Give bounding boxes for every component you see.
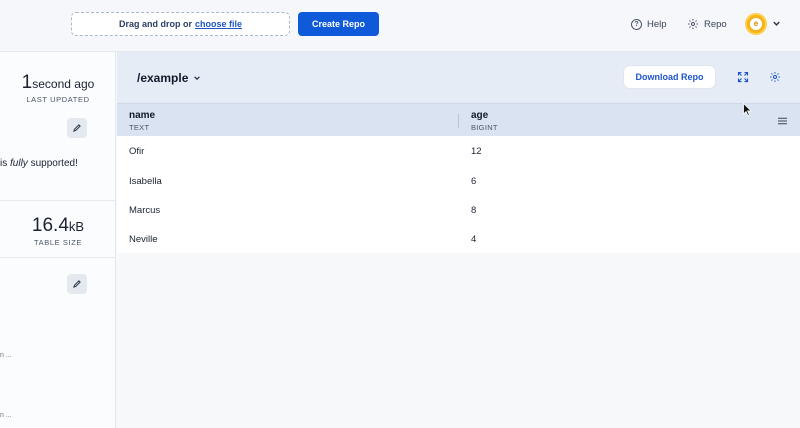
- cell-name[interactable]: Ofir: [129, 146, 144, 157]
- column-type: TEXT: [129, 123, 150, 132]
- cell-age[interactable]: 8: [471, 205, 476, 216]
- repo-label: Repo: [704, 18, 727, 30]
- table-body: Ofir 12 Isabella 6 Marcus 8 Neville 4: [117, 136, 800, 253]
- column-divider[interactable]: [458, 114, 459, 128]
- table-row[interactable]: Ofir 12: [117, 136, 800, 165]
- table-size-label: TABLE SIZE: [34, 238, 82, 247]
- truncated-text: n ...: [0, 352, 12, 359]
- table-row[interactable]: Neville 4: [117, 224, 800, 253]
- table-size-number: 16.4: [31, 215, 69, 236]
- table-row[interactable]: Isabella 6: [117, 166, 800, 195]
- sidebar: 1second ago LAST UPDATED is fully suppor…: [0, 52, 116, 428]
- repo-header: /example Download Repo: [117, 52, 800, 103]
- edit-readme-button[interactable]: [67, 274, 87, 294]
- pencil-icon: [73, 280, 81, 288]
- table-row[interactable]: Marcus 8: [117, 195, 800, 224]
- table-size-unit: kB: [68, 219, 85, 234]
- menu-icon[interactable]: [778, 117, 787, 125]
- gear-icon: [688, 19, 698, 29]
- repo-description: is fully supported!: [0, 158, 78, 169]
- last-updated-unit: second ago: [32, 77, 95, 91]
- choose-file-link[interactable]: choose file: [195, 19, 242, 29]
- chevron-down-icon[interactable]: [772, 19, 781, 28]
- repo-link[interactable]: Repo: [687, 16, 727, 32]
- help-link[interactable]: ? Help: [631, 16, 667, 32]
- mouse-cursor-icon: [743, 103, 752, 116]
- repo-title: /example: [137, 71, 189, 85]
- column-type: BIGINT: [471, 123, 498, 132]
- last-updated-label: LAST UPDATED: [26, 95, 90, 104]
- expand-icon[interactable]: [737, 71, 749, 83]
- truncated-text: n ...: [0, 412, 12, 419]
- cell-age[interactable]: 6: [471, 176, 476, 187]
- table-header: name TEXT age BIGINT: [117, 103, 800, 136]
- last-updated-value: 1second ago: [0, 72, 116, 94]
- cell-age[interactable]: 12: [471, 146, 482, 157]
- avatar[interactable]: e: [745, 13, 767, 35]
- desc-prefix: is: [0, 158, 8, 169]
- dropzone-text: Drag and drop or: [118, 19, 192, 29]
- avatar-glyph: e: [750, 18, 762, 30]
- top-bar: Drag and drop or choose file Create Repo…: [0, 0, 800, 52]
- column-name: name: [129, 110, 156, 121]
- sidebar-divider: [0, 257, 116, 258]
- settings-icon[interactable]: [769, 71, 781, 83]
- edit-description-button[interactable]: [67, 118, 87, 138]
- file-dropzone[interactable]: Drag and drop or choose file: [71, 12, 290, 36]
- table-size-value: 16.4kB: [0, 215, 116, 237]
- help-label: Help: [647, 18, 667, 30]
- repo-selector[interactable]: /example: [137, 71, 201, 85]
- create-repo-button[interactable]: Create Repo: [298, 12, 379, 36]
- chevron-down-icon: [194, 76, 201, 81]
- pencil-icon: [73, 124, 81, 132]
- cell-name[interactable]: Marcus: [129, 205, 160, 216]
- cell-name[interactable]: Isabella: [129, 176, 162, 187]
- desc-suffix: supported!: [30, 158, 78, 169]
- download-repo-button[interactable]: Download Repo: [624, 66, 715, 88]
- cell-age[interactable]: 4: [471, 234, 476, 245]
- last-updated-number: 1: [21, 72, 33, 93]
- help-icon: ?: [631, 18, 642, 30]
- desc-emphasis: fully: [10, 158, 28, 169]
- column-name: age: [471, 110, 489, 121]
- sidebar-divider: [0, 200, 116, 201]
- table-empty-area: [117, 253, 800, 428]
- cell-name[interactable]: Neville: [129, 234, 158, 245]
